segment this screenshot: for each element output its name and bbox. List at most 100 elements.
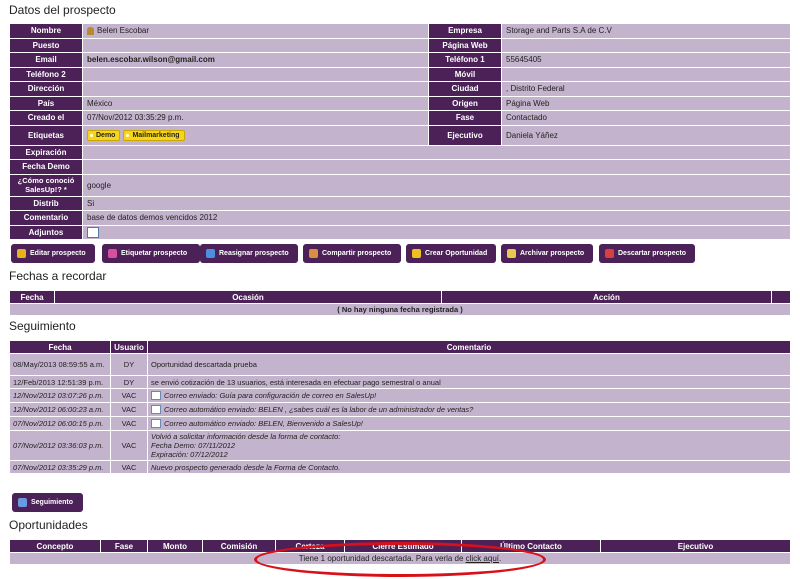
tag-demo[interactable]: Demo (87, 129, 121, 141)
seg-row-usuario: VAC (110, 416, 148, 431)
discard-icon (605, 249, 614, 258)
movil-value (501, 66, 791, 82)
descartar-prospecto-button[interactable]: Descartar prospecto (599, 244, 695, 263)
highlight-oval (254, 542, 546, 577)
fase-label: Fase (428, 110, 502, 126)
puesto-label: Puesto (9, 37, 83, 53)
seg-header-fecha: Fecha (9, 340, 111, 354)
seguimiento-table: Fecha Usuario Comentario 08/May/2013 08:… (9, 340, 791, 474)
seg-row-fecha: 07/Nov/2012 03:36:03 p.m. (9, 430, 111, 461)
pencil-icon (17, 249, 26, 258)
seg-row-comentario: Correo enviado: Guía para configuración … (147, 388, 791, 403)
direccion-value (82, 81, 429, 97)
tag-icon (108, 249, 117, 258)
seg-row-usuario: DY (110, 375, 148, 389)
seguimiento-title: Seguimiento (9, 319, 76, 333)
oportunidades-title: Oportunidades (9, 518, 88, 532)
tel2-label: Teléfono 2 (9, 66, 83, 82)
tel1-label: Teléfono 1 (428, 52, 502, 68)
adjuntos-value (82, 224, 791, 240)
nombre-label: Nombre (9, 23, 83, 39)
seg-row-fecha: 12/Nov/2012 06:00:23 a.m. (9, 402, 111, 417)
fechas-header-ocasion: Ocasión (54, 290, 442, 304)
op-header-fase: Fase (100, 539, 148, 553)
comentario-value: base de datos demos vencidos 2012 (82, 210, 791, 226)
email-label: Email (9, 52, 83, 68)
creado-label: Creado el (9, 110, 83, 126)
conocio-label: ¿Cómo conoció SalesUp!? * (9, 173, 83, 197)
tel1-value: 55645405 (501, 52, 791, 68)
direccion-label: Dirección (9, 81, 83, 97)
ejecutivo-value: Daniela Yáñez (501, 124, 791, 146)
fechas-header-fecha: Fecha (9, 290, 55, 304)
mail-icon (151, 419, 161, 429)
seg-row-comentario: Volvió a solicitar información desde la … (147, 430, 791, 461)
seg-row-comentario: se envió cotización de 13 usuarios, está… (147, 375, 791, 389)
op-header-concepto: Concepto (9, 539, 101, 553)
seg-row-usuario: VAC (110, 388, 148, 403)
seg-row-comentario: Nuevo prospecto generado desde la Forma … (147, 460, 791, 474)
arrow-icon (206, 249, 215, 258)
attachment-icon[interactable] (87, 226, 99, 238)
empresa-label: Empresa (428, 23, 502, 39)
tel2-value (82, 66, 429, 82)
pagina-label: Página Web (428, 37, 502, 53)
seg-row-comentario: Oportunidad descartada prueba (147, 353, 791, 376)
distrib-label: Distrib (9, 195, 83, 211)
fechas-empty: ( No hay ninguna fecha registrada ) (9, 303, 791, 316)
ejecutivo-label: Ejecutivo (428, 124, 502, 146)
folder-icon (507, 249, 516, 258)
seg-row-fecha: 12/Feb/2013 12:51:39 p.m. (9, 375, 111, 389)
nombre-value: Belen Escobar (82, 23, 429, 39)
seg-row-fecha: 08/May/2013 08:59:55 a.m. (9, 353, 111, 376)
ciudad-label: Ciudad (428, 81, 502, 97)
datos-title: Datos del prospecto (9, 3, 116, 17)
fechas-header-extra (771, 290, 791, 304)
seg-row-usuario: VAC (110, 430, 148, 461)
comentario-label: Comentario (9, 210, 83, 226)
fechas-title: Fechas a recordar (9, 269, 107, 283)
email-value[interactable]: belen.escobar.wilson@gmail.com (82, 52, 429, 68)
movil-label: Móvil (428, 66, 502, 82)
op-header-monto: Monto (147, 539, 203, 553)
conocio-value: google (82, 173, 791, 197)
seg-row-fecha: 12/Nov/2012 03:07:26 p.m. (9, 388, 111, 403)
comment-icon (18, 498, 27, 507)
pagina-value (501, 37, 791, 53)
fechas-table: Fecha Ocasión Acción ( No hay ninguna fe… (9, 290, 791, 316)
pais-label: País (9, 95, 83, 111)
fechademo-value (82, 159, 791, 175)
editar-prospecto-button[interactable]: Editar prospecto (11, 244, 95, 263)
seguimiento-button[interactable]: Seguimiento (12, 493, 83, 512)
creado-value: 07/Nov/2012 03:35:29 p.m. (82, 110, 429, 126)
seg-row-fecha: 07/Nov/2012 06:00:15 p.m. (9, 416, 111, 431)
seg-row-usuario: DY (110, 353, 148, 376)
adjuntos-label: Adjuntos (9, 224, 83, 240)
tag-mailmarketing[interactable]: Mailmarketing (123, 129, 185, 141)
star-icon (412, 249, 421, 258)
seg-row-fecha: 07/Nov/2012 03:35:29 p.m. (9, 460, 111, 474)
etiquetar-prospecto-button[interactable]: Etiquetar prospecto (102, 244, 200, 263)
crear-oportunidad-button[interactable]: Crear Oportunidad (406, 244, 496, 263)
op-header-ejecutivo: Ejecutivo (600, 539, 791, 553)
empresa-value: Storage and Parts S.A de C.V (501, 23, 791, 39)
etiquetas-label: Etiquetas (9, 124, 83, 146)
seg-row-comentario: Correo automático enviado: BELEN, Bienve… (147, 416, 791, 431)
expiracion-label: Expiración (9, 144, 83, 160)
mail-icon (151, 405, 161, 415)
puesto-value (82, 37, 429, 53)
op-header-comision: Comisión (202, 539, 276, 553)
person-icon (87, 27, 94, 36)
compartir-prospecto-button[interactable]: Compartir prospecto (303, 244, 401, 263)
prospect-table: Nombre Belen Escobar Empresa Storage and… (9, 23, 791, 240)
seg-header-comentario: Comentario (147, 340, 791, 354)
seg-row-usuario: VAC (110, 402, 148, 417)
fechas-header-accion: Acción (441, 290, 772, 304)
distrib-value: Si (82, 195, 791, 211)
origen-label: Origen (428, 95, 502, 111)
fechademo-label: Fecha Demo (9, 159, 83, 175)
ciudad-value: , Distrito Federal (501, 81, 791, 97)
reasignar-prospecto-button[interactable]: Reasignar prospecto (200, 244, 298, 263)
seg-row-usuario: VAC (110, 460, 148, 474)
archivar-prospecto-button[interactable]: Archivar prospecto (501, 244, 593, 263)
